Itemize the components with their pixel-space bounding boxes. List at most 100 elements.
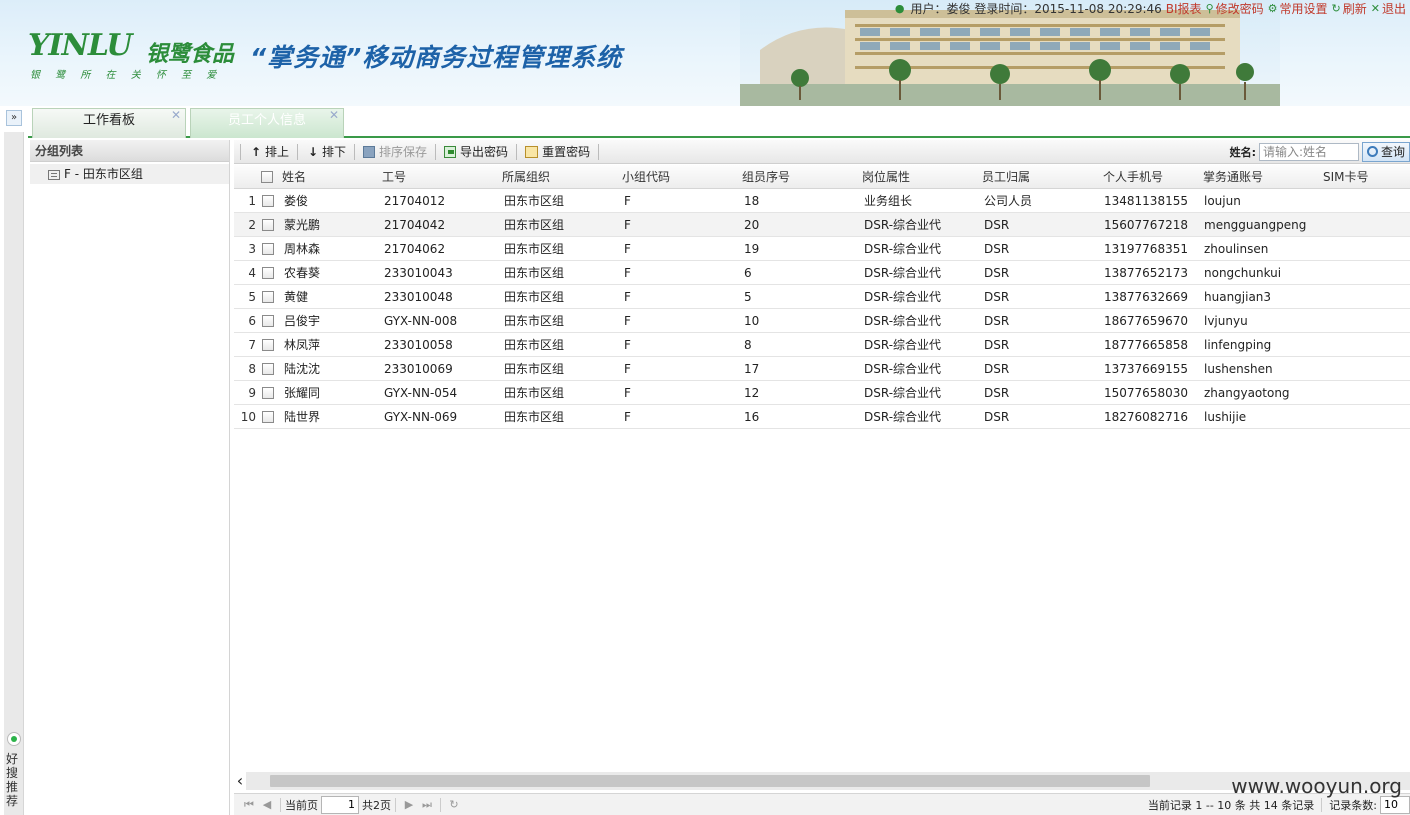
select-all-checkbox[interactable] xyxy=(261,171,273,183)
move-down-button[interactable]: ↓ 排下 xyxy=(304,143,348,160)
cell-account: linfengping xyxy=(1204,338,1272,352)
row-number: 3 xyxy=(248,242,256,256)
reset-password-label: 重置密码 xyxy=(542,145,591,159)
cell-group-code: F xyxy=(624,338,631,352)
cell-member-seq: 5 xyxy=(744,290,752,304)
cell-account: zhangyaotong xyxy=(1204,386,1290,400)
table-row[interactable]: 2 蒙光鹏 21704042 田东市区组 F 20 DSR-综合业代 DSR 156077672… xyxy=(234,213,1410,237)
column-header-group-code[interactable]: 小组代码 xyxy=(622,165,670,189)
cell-name: 陆世界 xyxy=(284,410,321,424)
tab-bar: 工作看板 ✕ 员工个人信息 ✕ xyxy=(28,106,1410,138)
cell-name: 张耀同 xyxy=(284,386,321,400)
expand-sidebar-button[interactable]: » xyxy=(6,110,22,126)
cell-account: nongchunkui xyxy=(1204,266,1282,280)
cell-position: DSR-综合业代 xyxy=(864,242,942,256)
table-row[interactable]: 1 娄俊 21704012 田东市区组 F 18 业务组长 公司人员 13481138155 lo… xyxy=(234,189,1410,213)
row-checkbox[interactable] xyxy=(262,219,274,231)
chevron-left-icon[interactable]: ‹ xyxy=(234,772,246,790)
move-up-button[interactable]: ↑ 排上 xyxy=(247,143,291,160)
row-checkbox[interactable] xyxy=(262,315,274,327)
cell-belong: DSR xyxy=(984,338,1010,352)
row-checkbox[interactable] xyxy=(262,387,274,399)
tab-employee-info[interactable]: 员工个人信息 ✕ xyxy=(190,108,344,138)
name-search-input[interactable] xyxy=(1258,142,1359,161)
column-header-belong[interactable]: 员工归属 xyxy=(982,165,1030,189)
last-page-icon[interactable]: ⏭ xyxy=(420,798,434,812)
recommend-label[interactable]: 好搜推荐 xyxy=(6,752,20,808)
grid-header-row: 姓名 工号 所属组织 小组代码 组员序号 岗位属性 员工归属 个人手机号 掌务通… xyxy=(234,165,1410,189)
row-checkbox[interactable] xyxy=(262,267,274,279)
column-header-employee-id[interactable]: 工号 xyxy=(382,165,406,189)
export-password-button[interactable]: 导出密码 xyxy=(442,143,510,160)
toolbar-divider xyxy=(516,143,518,160)
reset-password-button[interactable]: 重置密码 xyxy=(523,143,592,160)
change-password-link[interactable]: ⚲ 修改密码 xyxy=(1206,0,1264,17)
row-checkbox[interactable] xyxy=(262,195,274,207)
cell-group-code: F xyxy=(624,290,631,304)
cell-org: 田东市区组 xyxy=(504,338,565,352)
refresh-link[interactable]: ↻ 刷新 xyxy=(1332,0,1367,17)
first-page-icon[interactable]: ⏮ xyxy=(242,798,256,812)
scrollbar-thumb[interactable] xyxy=(270,775,1150,787)
column-header-org[interactable]: 所属组织 xyxy=(502,165,550,189)
cell-employee-id: 21704042 xyxy=(384,218,446,232)
row-checkbox[interactable] xyxy=(262,339,274,351)
column-header-position[interactable]: 岗位属性 xyxy=(862,165,910,189)
query-button[interactable]: 查询 xyxy=(1361,141,1410,162)
table-row[interactable]: 10 陆世界 GYX-NN-069 田东市区组 F 16 DSR-综合业代 DSR 182760… xyxy=(234,405,1410,429)
column-header-name[interactable]: 姓名 xyxy=(282,165,306,189)
cell-member-seq: 16 xyxy=(744,410,760,424)
save-order-button[interactable]: 排序保存 xyxy=(361,143,429,160)
tab-work-board[interactable]: 工作看板 ✕ xyxy=(32,108,186,138)
column-header-phone[interactable]: 个人手机号 xyxy=(1103,165,1163,189)
table-row[interactable]: 9 张耀同 GYX-NN-054 田东市区组 F 12 DSR-综合业代 DSR 1507765… xyxy=(234,381,1410,405)
column-header-member-seq[interactable]: 组员序号 xyxy=(742,165,790,189)
cell-name: 陆沈沈 xyxy=(284,362,321,376)
logout-label: 退出 xyxy=(1381,1,1406,16)
row-checkbox[interactable] xyxy=(262,363,274,375)
column-header-sim[interactable]: SIM卡号 xyxy=(1323,165,1369,189)
row-checkbox[interactable] xyxy=(262,411,274,423)
row-number: 7 xyxy=(248,338,256,352)
cell-belong: DSR xyxy=(984,266,1010,280)
cell-position: DSR-综合业代 xyxy=(864,266,942,280)
tab-work-board-label: 工作看板 xyxy=(82,113,135,128)
toolbar-divider xyxy=(598,143,600,160)
cell-group-code: F xyxy=(624,314,631,328)
page-number-input[interactable] xyxy=(321,795,359,814)
next-page-icon[interactable]: ▶ xyxy=(402,798,416,811)
row-checkbox[interactable] xyxy=(262,291,274,303)
recommend-status-icon[interactable] xyxy=(7,732,21,746)
close-icon[interactable]: ✕ xyxy=(329,109,339,121)
cell-position: DSR-综合业代 xyxy=(864,338,942,352)
prev-page-icon[interactable]: ◀ xyxy=(260,798,274,811)
logo-slogan: 银 鹭 所 在 关 怀 至 爱 xyxy=(30,70,223,81)
page-size-input[interactable] xyxy=(1380,795,1410,814)
cell-group-code: F xyxy=(624,410,631,424)
employee-grid: 姓名 工号 所属组织 小组代码 组员序号 岗位属性 员工归属 个人手机号 掌务通… xyxy=(234,165,1410,429)
cell-org: 田东市区组 xyxy=(504,314,565,328)
bi-report-link[interactable]: BI报表 xyxy=(1166,0,1202,17)
close-icon[interactable]: ✕ xyxy=(171,109,181,121)
cell-org: 田东市区组 xyxy=(504,410,565,424)
cell-phone: 13197768351 xyxy=(1104,242,1188,256)
cell-belong: DSR xyxy=(984,410,1010,424)
table-row[interactable]: 4 农春葵 233010043 田东市区组 F 6 DSR-综合业代 DSR 138776521… xyxy=(234,261,1410,285)
column-header-account[interactable]: 掌务通账号 xyxy=(1203,165,1263,189)
table-row[interactable]: 3 周林森 21704062 田东市区组 F 19 DSR-综合业代 DSR 131977683… xyxy=(234,237,1410,261)
table-row[interactable]: 7 林凤萍 233010058 田东市区组 F 8 DSR-综合业代 DSR 187776658… xyxy=(234,333,1410,357)
cell-account: mengguangpeng xyxy=(1204,218,1307,232)
cell-position: DSR-综合业代 xyxy=(864,218,942,232)
app-header: YINLU 银鹭食品 银 鹭 所 在 关 怀 至 爱 “掌务通”移动商务过程管理… xyxy=(0,0,1410,106)
table-row[interactable]: 6 吕俊宇 GYX-NN-008 田东市区组 F 10 DSR-综合业代 DSR 1867765… xyxy=(234,309,1410,333)
refresh-icon[interactable]: ↻ xyxy=(447,798,461,811)
tree-node-group[interactable]: F - 田东市区组 xyxy=(30,164,229,184)
table-row[interactable]: 8 陆沈沈 233010069 田东市区组 F 17 DSR-综合业代 DSR 13737669… xyxy=(234,357,1410,381)
row-checkbox[interactable] xyxy=(262,243,274,255)
table-row[interactable]: 5 黄健 233010048 田东市区组 F 5 DSR-综合业代 DSR 1387763266… xyxy=(234,285,1410,309)
settings-link[interactable]: ⚙ 常用设置 xyxy=(1268,0,1328,17)
cell-org: 田东市区组 xyxy=(504,266,565,280)
page-size-label: 记录条数: xyxy=(1329,798,1377,812)
logout-link[interactable]: ✕ 退出 xyxy=(1371,0,1406,17)
save-order-label: 排序保存 xyxy=(379,145,428,159)
